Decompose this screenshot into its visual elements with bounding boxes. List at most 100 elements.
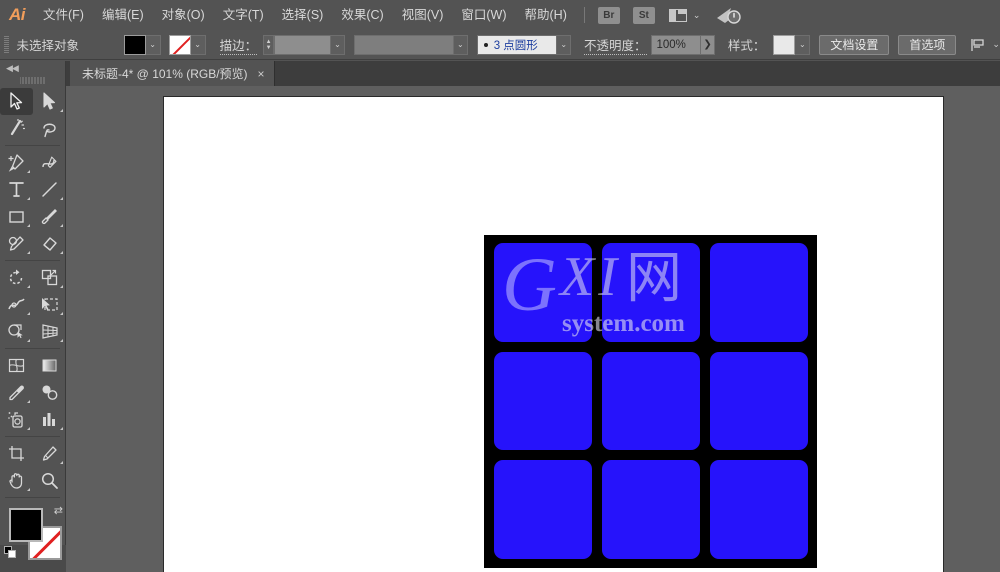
fill-color-swatch[interactable] [123, 34, 146, 55]
tool-flyout-indicator-icon [27, 400, 30, 403]
graphic-style-swatch[interactable] [773, 34, 796, 55]
menu-help[interactable]: 帮助(H) [516, 0, 576, 30]
curvature-tool[interactable] [33, 149, 66, 176]
stroke-weight-label[interactable]: 描边： [219, 35, 258, 55]
artwork-cell-7[interactable] [494, 460, 592, 559]
eraser-tool[interactable] [33, 230, 66, 257]
bridge-button[interactable]: Br [597, 6, 620, 24]
tools-panel-grip[interactable] [19, 76, 46, 85]
creative-cloud-icon[interactable] [716, 5, 742, 25]
symbol-sprayer-tool[interactable] [0, 406, 33, 433]
zoom-tool[interactable] [33, 467, 66, 494]
pencil-tool[interactable] [0, 230, 33, 257]
app-logo-icon: Ai [9, 5, 26, 24]
tools-divider [5, 436, 60, 437]
menu-view[interactable]: 视图(V) [393, 0, 453, 30]
collapse-panel-icon[interactable]: ◀◀ [6, 63, 19, 74]
stroke-weight-chevron-down-icon[interactable]: ⌄ [331, 34, 345, 55]
menu-type[interactable]: 文字(T) [214, 0, 273, 30]
align-options-button[interactable]: ⌄ [970, 38, 1000, 52]
artwork-cell-6[interactable] [710, 351, 808, 451]
artwork-cell-5[interactable] [602, 351, 700, 451]
stroke-color-swatch[interactable] [168, 34, 191, 55]
default-fill-stroke-icon[interactable] [4, 546, 17, 559]
opacity-input[interactable]: 100% [650, 34, 702, 55]
gradient-tool[interactable] [33, 352, 66, 379]
artboard-tool[interactable] [0, 440, 33, 467]
artwork-cell-1[interactable] [494, 243, 592, 342]
artwork-grid-frame[interactable] [484, 235, 817, 568]
artwork-grid [494, 243, 808, 559]
artwork-cell-2[interactable] [602, 243, 700, 342]
document-tab-bar: 未标题-4* @ 101% (RGB/预览) × [0, 61, 1000, 86]
control-bar-grip[interactable] [4, 36, 9, 53]
type-tool[interactable] [0, 176, 33, 203]
menu-select[interactable]: 选择(S) [273, 0, 333, 30]
brush-definition-select[interactable]: 3 点圆形 [476, 34, 558, 55]
stroke-weight-stepper[interactable]: ▲ ▼ [263, 34, 275, 55]
stroke-dropdown-chevron-down-icon[interactable]: ⌄ [190, 34, 206, 55]
swap-fill-stroke-icon[interactable]: ⇄ [54, 504, 63, 517]
hand-tool[interactable] [0, 467, 33, 494]
stroke-weight-input[interactable] [274, 34, 332, 55]
tool-flyout-indicator-icon [60, 197, 63, 200]
tools-panel-header: ◀◀ [0, 61, 65, 75]
brush-chevron-down-icon[interactable]: ⌄ [557, 34, 571, 55]
tool-flyout-indicator-icon [60, 285, 63, 288]
free-transform-tool[interactable] [33, 291, 66, 318]
preferences-button[interactable]: 首选项 [898, 34, 957, 55]
artwork-cell-4[interactable] [494, 351, 592, 451]
rectangle-tool[interactable] [0, 203, 33, 230]
document-tab[interactable]: 未标题-4* @ 101% (RGB/预览) × [70, 61, 275, 86]
menu-window[interactable]: 窗口(W) [452, 0, 515, 30]
scale-tool[interactable] [33, 264, 66, 291]
artwork-cell-3[interactable] [710, 243, 808, 342]
width-tool[interactable] [0, 291, 33, 318]
menu-object[interactable]: 对象(O) [153, 0, 214, 30]
artwork-cell-8[interactable] [602, 460, 700, 559]
lasso-tool[interactable] [33, 115, 66, 142]
slice-tool[interactable] [33, 440, 66, 467]
shape-builder-tool[interactable] [0, 318, 33, 345]
paintbrush-tool[interactable] [33, 203, 66, 230]
rotate-tool[interactable] [0, 264, 33, 291]
column-graph-tool[interactable] [33, 406, 66, 433]
direct-selection-tool[interactable] [33, 88, 66, 115]
arrange-documents-icon [668, 8, 687, 22]
menubar-divider [583, 7, 585, 23]
brush-preview-icon [483, 42, 488, 47]
tools-group-navigation [0, 440, 65, 494]
stroke-profile-chevron-down-icon[interactable]: ⌄ [454, 34, 468, 55]
tool-flyout-indicator-icon [27, 197, 30, 200]
perspective-grid-tool[interactable] [33, 318, 66, 345]
menu-effect[interactable]: 效果(C) [332, 0, 392, 30]
line-segment-tool[interactable] [33, 176, 66, 203]
stock-button[interactable]: St [632, 6, 655, 24]
fill-dropdown-chevron-down-icon[interactable]: ⌄ [145, 34, 161, 55]
document-setup-button[interactable]: 文档设置 [819, 34, 890, 55]
tools-divider [5, 145, 60, 146]
selection-tool[interactable] [0, 88, 33, 115]
close-icon[interactable]: × [258, 67, 265, 81]
tools-divider [5, 497, 60, 498]
opacity-label[interactable]: 不透明度： [583, 35, 647, 55]
tool-flyout-indicator-icon [27, 285, 30, 288]
mesh-tool[interactable] [0, 352, 33, 379]
arrange-documents-button[interactable]: ⌄ [668, 8, 700, 22]
pen-tool[interactable] [0, 149, 33, 176]
blend-tool[interactable] [33, 379, 66, 406]
fill-color-box[interactable] [9, 508, 43, 542]
menu-file[interactable]: 文件(F) [34, 0, 93, 30]
tool-flyout-indicator-icon [27, 251, 30, 254]
magic-wand-tool[interactable] [0, 115, 33, 142]
eyedropper-tool[interactable] [0, 379, 33, 406]
tool-flyout-indicator-icon [60, 109, 63, 112]
style-chevron-down-icon[interactable]: ⌄ [795, 34, 811, 55]
tool-flyout-indicator-icon [60, 461, 63, 464]
stroke-profile-input[interactable] [353, 34, 455, 55]
menu-edit[interactable]: 编辑(E) [93, 0, 153, 30]
artwork-cell-9[interactable] [710, 460, 808, 559]
artboard[interactable]: G XI 网 system.com [163, 96, 944, 572]
canvas-workspace[interactable]: G XI 网 system.com [66, 86, 1000, 572]
opacity-flyout-arrow-icon[interactable]: ❯ [701, 34, 715, 55]
